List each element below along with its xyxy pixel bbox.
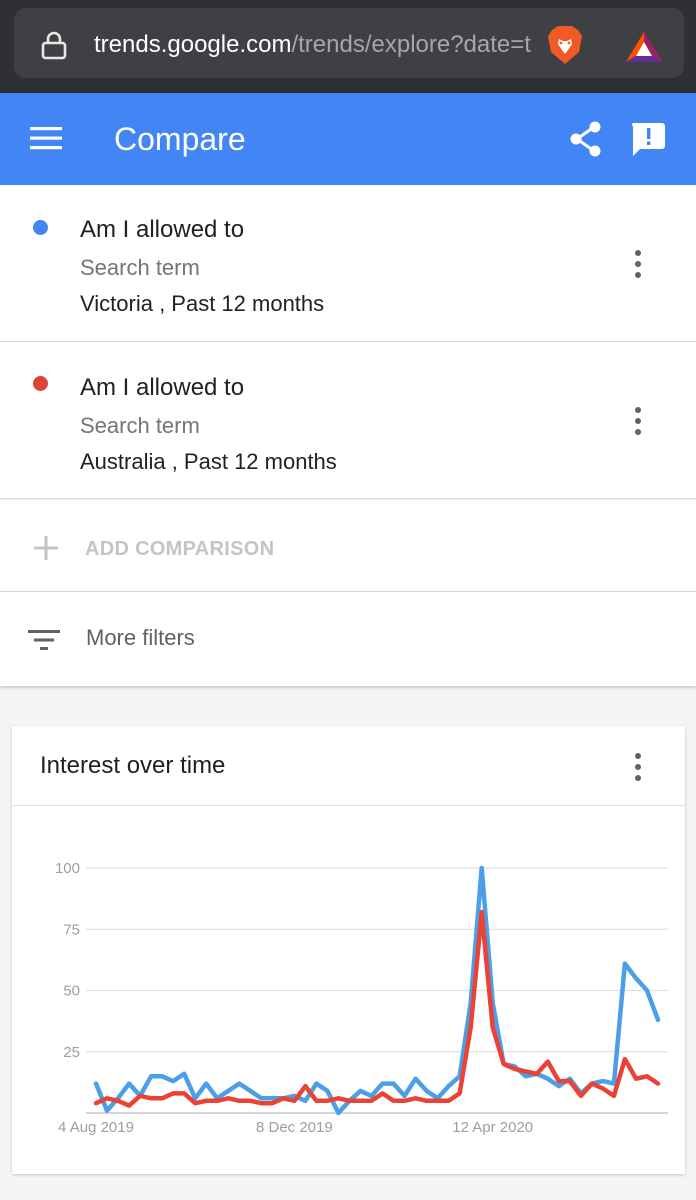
y-tick-label: 100 bbox=[55, 860, 80, 877]
term-name: Am I allowed to bbox=[80, 374, 245, 401]
interest-chart[interactable]: 100 75 50 25 4 Aug 2019 8 Dec 2019 12 Apr 2020 bbox=[12, 806, 685, 1174]
y-tick-label: 25 bbox=[63, 1044, 80, 1061]
add-comparison-button[interactable]: ADD COMPARISON bbox=[85, 534, 274, 564]
url-path: /trends/explore?date=t bbox=[291, 31, 531, 58]
term-name: Am I allowed to bbox=[80, 216, 245, 243]
filter-icon bbox=[28, 630, 60, 650]
address-bar[interactable]: trends.google.com/trends/explore?date=t bbox=[14, 8, 684, 78]
x-tick-label: 4 Aug 2019 bbox=[58, 1119, 134, 1136]
search-term-card[interactable]: Am I allowed to Search term Australia , … bbox=[0, 342, 696, 499]
x-tick-label: 8 Dec 2019 bbox=[256, 1119, 333, 1136]
x-tick-label: 12 Apr 2020 bbox=[452, 1119, 533, 1136]
plus-icon bbox=[34, 536, 58, 560]
menu-icon[interactable] bbox=[30, 125, 62, 151]
term-color-dot bbox=[33, 220, 48, 235]
term-type: Search term bbox=[80, 255, 200, 280]
url-domain: trends.google.com bbox=[94, 31, 292, 58]
more-vert-icon[interactable] bbox=[632, 406, 644, 436]
term-color-dot bbox=[33, 376, 48, 391]
term-region: Victoria , Past 12 months bbox=[80, 291, 325, 316]
brave-shields-icon[interactable] bbox=[546, 24, 584, 66]
feedback-icon[interactable] bbox=[630, 121, 666, 157]
app-header: Compare bbox=[0, 93, 696, 185]
more-vert-icon[interactable] bbox=[632, 249, 644, 279]
bat-rewards-icon[interactable] bbox=[624, 30, 664, 64]
url-text[interactable]: trends.google.com/trends/explore?date=t bbox=[94, 30, 539, 60]
lock-icon[interactable] bbox=[40, 30, 68, 60]
y-tick-label: 75 bbox=[63, 921, 80, 938]
more-filters-row[interactable]: More filters bbox=[0, 592, 696, 686]
y-tick-label: 50 bbox=[63, 983, 80, 1000]
term-region: Australia , Past 12 months bbox=[80, 449, 337, 474]
browser-toolbar: trends.google.com/trends/explore?date=t bbox=[0, 0, 696, 93]
more-filters-button[interactable]: More filters bbox=[86, 622, 195, 654]
share-icon[interactable] bbox=[568, 121, 604, 157]
term-type: Search term bbox=[80, 413, 200, 438]
search-term-card[interactable]: Am I allowed to Search term Victoria , P… bbox=[0, 185, 696, 342]
interest-over-time-card: Interest over time 100 75 50 25 4 Aug 2019 8 … bbox=[12, 726, 685, 1174]
chart-title: Interest over time bbox=[40, 752, 226, 779]
add-comparison-row[interactable]: ADD COMPARISON bbox=[0, 500, 696, 592]
more-vert-icon[interactable] bbox=[632, 752, 644, 782]
page-title: Compare bbox=[114, 121, 246, 157]
chart-header: Interest over time bbox=[12, 726, 685, 806]
